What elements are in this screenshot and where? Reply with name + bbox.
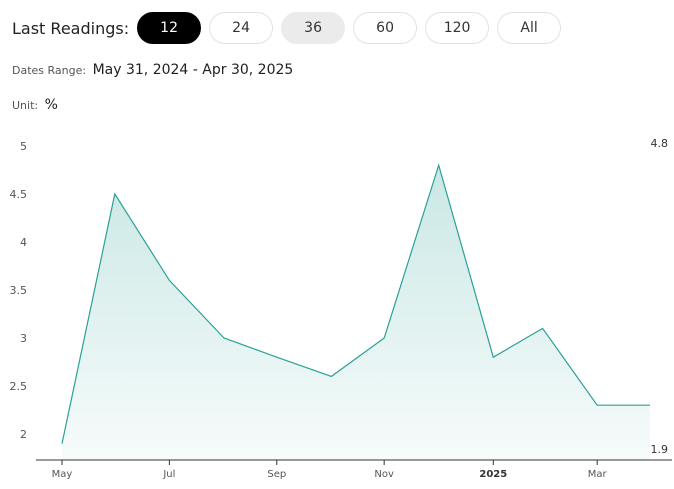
- y-tick-label: 2: [20, 428, 27, 441]
- data-point: [382, 336, 386, 340]
- data-point: [595, 403, 599, 407]
- chart-area-fill: [62, 165, 650, 460]
- x-tick-label: May: [52, 469, 73, 480]
- x-tick-label: 2025: [479, 469, 507, 480]
- y-tick-label: 5: [20, 140, 27, 153]
- y-tick-label: 2.5: [10, 380, 28, 393]
- y-tick-label: 3.5: [10, 284, 28, 297]
- y-tick-label: 3: [20, 332, 27, 345]
- data-point: [167, 278, 171, 282]
- data-point: [541, 326, 545, 330]
- min-value-label: 1.9: [651, 443, 669, 456]
- data-point: [437, 163, 441, 167]
- x-tick-label: Mar: [588, 469, 608, 480]
- y-tick-label: 4.5: [10, 188, 28, 201]
- data-point: [60, 442, 64, 446]
- y-tick-label: 4: [20, 236, 27, 249]
- x-tick-label: Jul: [162, 469, 175, 480]
- max-value-label: 4.8: [651, 137, 669, 150]
- data-point: [648, 403, 652, 407]
- readings-chart: 5 4.5 4 3.5 3 2.5 2 May Jul Sep Nov 2025 Mar 4.8 1.…: [10, 137, 672, 480]
- x-tick-label: Sep: [267, 469, 286, 480]
- data-point: [491, 355, 495, 359]
- x-tick-label: Nov: [374, 469, 394, 480]
- data-point: [329, 374, 333, 378]
- data-point: [113, 192, 117, 196]
- data-point: [222, 336, 226, 340]
- data-point: [275, 355, 279, 359]
